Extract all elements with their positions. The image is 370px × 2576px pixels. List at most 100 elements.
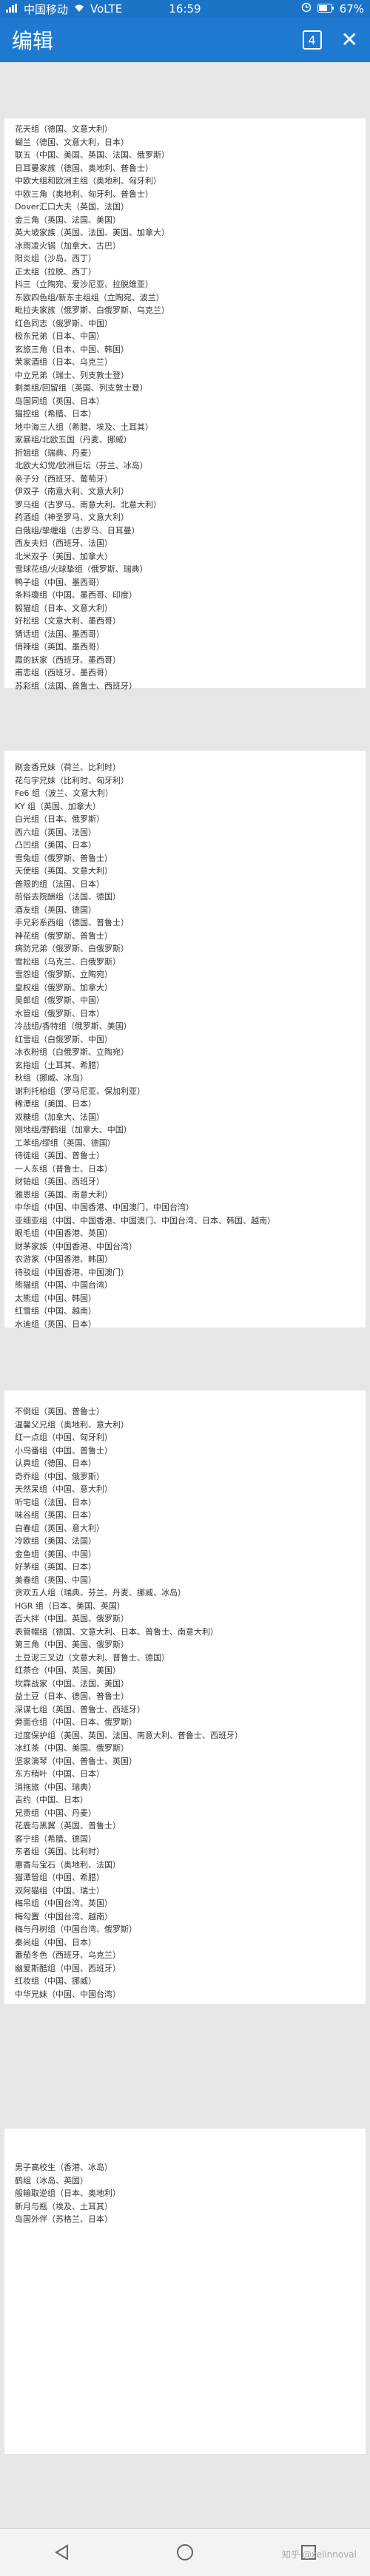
battery-percent: 67% [339, 2, 364, 16]
list-item: 梅与丹树组（中国台湾、俄罗斯） [15, 1924, 137, 1934]
list-item: 岛国同组（英国、日本） [15, 396, 104, 406]
list-item: 红色同志（俄罗斯、中国） [15, 318, 112, 328]
list-item: 冰衣粉组（白俄罗斯、立陶宛） [15, 1047, 129, 1057]
list-item: 白春组（英国、意大利） [15, 1523, 104, 1533]
list-item: 益土豆（日本、德国、普鲁士） [15, 1691, 129, 1701]
alarm-icon [301, 2, 312, 16]
list-item: 正太组（拉脱、西丁） [15, 266, 96, 277]
list-item: 男子高校生（香港、冰岛） [15, 2163, 112, 2172]
list-item: 西六组（英国、法国） [15, 827, 96, 837]
list-item: 眼毛组（中国香港、英国） [15, 1228, 112, 1238]
list-item: 地中海三人组（希腊、埃及、土耳其） [15, 422, 153, 432]
document-page-4: 男子高校生（香港、冰岛） 鹤组（冰岛、英国） 般输取逆组（日本、奥地利） 新月与瓶（埃… [4, 2129, 366, 2454]
list-item: 亲子分（西班牙、葡萄牙） [15, 473, 112, 484]
list-item: 幽爱斯酷组（中国、西班牙） [15, 1963, 121, 1973]
list-item: 秦尚组（中国、日本） [15, 1937, 96, 1947]
list-item: 贪欢五人组（瑞典、芬兰、丹麦、挪威、冰岛） [15, 1588, 186, 1598]
list-item: 待徒组（英国、普鲁士） [15, 1151, 104, 1160]
list-item: 土豆泥三叉边（文意大利、普鲁士、德国） [15, 1652, 169, 1663]
list-item: 第三角（中国、美国、俄罗斯） [15, 1640, 129, 1649]
list-item: 东方稍叶（中国、日本） [15, 1769, 104, 1779]
list-item: 霞的妖家（西班牙、墨西哥） [15, 655, 121, 665]
list-item: 岛国外伴（苏格兰、日本） [15, 2214, 112, 2224]
list-item: 东者组（英国、比利时） [15, 1847, 104, 1856]
list-item: 美春组（英国、中国） [15, 1575, 96, 1585]
list-item: 鸭子组（中国、墨西哥） [15, 577, 104, 587]
list-item: 听宅组（法国、日本） [15, 1497, 96, 1507]
home-button[interactable] [163, 2538, 207, 2567]
list-item: 认真组（德国、日本） [15, 1458, 96, 1468]
toolbar-title: 编辑 [12, 29, 54, 53]
list-item: 玄指组（土耳其、希腊） [15, 1060, 104, 1070]
list-item: 金鱼组（美国、中国） [15, 1549, 96, 1559]
list-item: 皇权组（俄罗斯、加拿大） [15, 982, 112, 993]
list-item: 前俗去院酬组（法国、德国） [15, 892, 121, 902]
list-item: 俏辣组（英国、墨西哥） [15, 642, 104, 652]
list-item: 不倒组（英国、普鲁士） [15, 1407, 104, 1416]
list-item: 伊双子（南意大利、文意大利） [15, 487, 129, 496]
list-item: 药酒组（神圣罗马、文意大利） [15, 513, 129, 522]
app-toolbar: 编辑 4 ✕ [0, 18, 370, 62]
list-item: 否大拌（中国、英国、俄罗斯） [15, 1614, 129, 1623]
list-item: 天使组（英国、文意大利） [15, 866, 112, 876]
list-item: 水管组（俄罗斯、日本） [15, 1008, 104, 1018]
list-item: 西友夫妇（西班牙、法国） [15, 538, 112, 548]
list-item: 凸凹组（美国、日本） [15, 840, 96, 850]
network-type: VoLTE [90, 2, 123, 16]
list-item: 中立兄弟（瑞士、列支敦士登） [15, 370, 129, 380]
list-item: 猜话组（法国、墨西哥） [15, 629, 104, 639]
list-item: 毗拉夫家族（俄罗斯、白俄罗斯、乌克兰） [15, 305, 169, 315]
list-item: 冷欧组（美国、法国） [15, 1536, 96, 1546]
list-item: 雪松组（乌克兰、白俄罗斯） [15, 956, 121, 967]
tab-count-button[interactable]: 4 [302, 30, 322, 50]
list-item: 温馨父兄组（奥地利、意大利） [15, 1419, 129, 1430]
list-item: 刷金香兄妹（荷兰、比利时） [15, 763, 121, 772]
back-button[interactable] [39, 2538, 84, 2567]
list-item: 蝴兰（德国、文意大利，日本） [15, 137, 129, 147]
list-item: 阳炎组（沙岛、西丁） [15, 254, 96, 263]
list-item: 手兄彩系西组（德国、普鲁士） [15, 918, 129, 927]
list-item: 财铂组（英国、西班牙） [15, 1177, 104, 1186]
list-item: 病防兄弟（俄罗斯、白俄罗斯） [15, 944, 129, 953]
list-item: 旁面仓组（中国、日本、俄罗斯） [15, 1717, 137, 1727]
list-item: 苏彩组（法国、普鲁士、西班牙） [15, 680, 137, 691]
list-item: 金三角（英国、法国、美国） [15, 214, 121, 225]
list-item: 罗马组（古罗马、南意大利、北意大利） [15, 499, 161, 510]
list-item: 东欧四色组/新东主组组（立陶宛、波兰） [15, 292, 164, 302]
list-item: Dover汇口大夫（英国、法国） [15, 202, 129, 212]
list-item: 雪球花组/火球挚组（俄罗斯、瑞典） [15, 564, 148, 574]
list-item: 深谋七组（英国、普鲁士、西班牙） [15, 1704, 145, 1714]
list-item: 吉约（中国、日本） [15, 1795, 88, 1805]
list-item: 折姐组（瑞典、丹麦） [15, 447, 96, 458]
list-item: 水迪组（英国、日本） [15, 1319, 96, 1329]
list-item: 剩类组/回留组（英国、列支敦士登） [15, 383, 148, 393]
list-item: 普限的组（法国、日本） [15, 879, 104, 889]
list-item: 双阿猫组（中国、瑞士） [15, 1885, 104, 1896]
status-bar: 中国移动 VoLTE 16:59 67% [0, 0, 370, 18]
list-item: 梅勾置（中国台湾、越南） [15, 1911, 112, 1921]
list-item: 鹤组（冰岛、英国） [15, 2175, 88, 2185]
list-item: 毅猫组（日本、文意大利） [15, 603, 112, 613]
list-item: 家暴组/北欧五国（丹麦、挪威） [15, 435, 132, 444]
list-item: 刚地组/野鹤组（加拿大、中国） [15, 1125, 132, 1135]
list-item: 表管帽组（德国、文意大利、日本、普鲁士、南意大利） [15, 1626, 218, 1637]
list-item: 坚家演琴（中国、普鲁士、英国） [15, 1756, 137, 1766]
list-item: 花天组（德国、文意大利） [15, 124, 112, 134]
list-item: HGR 组（日本、美国、英国） [15, 1600, 125, 1611]
list-item: 熊猫组（中国、中国台湾） [15, 1280, 112, 1290]
close-icon[interactable]: ✕ [341, 30, 358, 50]
list-item: 奇乔组（中国、俄罗斯） [15, 1471, 104, 1481]
document-page-2: 刷金香兄妹（荷兰、比利时） 花与宇兄妹（比利时、匈牙利） Fe6 组（波兰、文意大利… [4, 751, 366, 1329]
list-item: 味谷组（英国、日本） [15, 1510, 96, 1520]
list-item: 红雪组（白俄罗斯、中国） [15, 1034, 112, 1044]
toolbar-actions: 4 ✕ [302, 30, 358, 50]
list-item: 消拖旅（中国、瑞典） [15, 1782, 96, 1792]
list-item: 红茶仓（中国、英国、美国） [15, 1666, 121, 1675]
list-item: 甫恋组（西班牙、墨西哥） [15, 668, 112, 677]
list-item: 白光组（日本、俄罗斯） [15, 814, 104, 824]
list-item: 坎霖战家（中国、法国、美国） [15, 1678, 129, 1688]
list-item: 猫潭管组（中国、希腊） [15, 1873, 104, 1882]
list-item: 联五（中国、美国、英国、法国、俄罗斯） [15, 150, 169, 160]
list-item: 好松组（文意大利、墨西哥） [15, 616, 121, 626]
list-item: 小鸟番组（中国、普鲁士） [15, 1445, 112, 1456]
